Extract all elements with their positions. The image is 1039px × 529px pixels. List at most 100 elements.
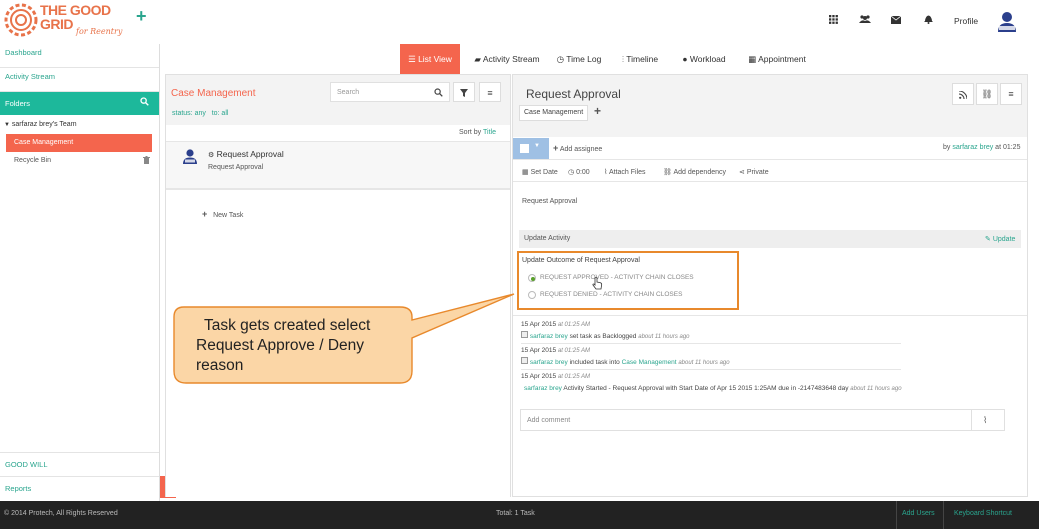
sidebar-item-activity-stream[interactable]: Activity Stream: [0, 72, 159, 92]
sidebar-item-case-management[interactable]: Case Management: [6, 134, 152, 152]
radio-denied[interactable]: [528, 291, 536, 299]
set-date-button[interactable]: ▦ Set Date: [522, 168, 558, 176]
log-time: at 01:25 AM: [557, 322, 591, 328]
search-input[interactable]: Search: [330, 82, 450, 102]
team-item[interactable]: ▼ sarfaraz brey's Team: [4, 121, 77, 128]
status-checkbox[interactable]: [520, 144, 529, 153]
clock-icon: ◷: [568, 169, 575, 176]
tab-label: Activity Stream: [482, 54, 540, 64]
add-assignee-label: Add assignee: [559, 146, 603, 153]
new-task-button[interactable]: + New Task: [202, 209, 243, 219]
keyboard-shortcut-link[interactable]: Keyboard Shortcut: [954, 510, 1012, 517]
sort-control[interactable]: Sort by Title: [459, 129, 496, 136]
grid-icon[interactable]: [825, 15, 841, 27]
top-header: THE GOOD GRID for Reentry + Profile: [0, 0, 1039, 44]
folder-tag[interactable]: Case Management: [519, 105, 589, 121]
rss-icon: [958, 90, 968, 100]
log-text: set task as Backlogged: [569, 333, 637, 340]
callout-line3: reason: [196, 357, 244, 374]
filter-button[interactable]: [453, 82, 475, 102]
table-row[interactable]: ⚙ Request Approval Request Approval: [166, 141, 510, 189]
tab-label: Workload: [689, 54, 726, 64]
envelope-icon[interactable]: [888, 15, 904, 27]
sidebar-item-dashboard[interactable]: Dashboard: [0, 48, 159, 68]
list-item: sarfaraz brey included task into Case Ma…: [521, 357, 901, 370]
add-plus-icon[interactable]: +: [136, 6, 147, 27]
avatar[interactable]: [996, 10, 1018, 32]
option-approved-label[interactable]: REQUEST APPROVED - ACTIVITY CHAIN CLOSES: [540, 274, 694, 281]
trash-icon[interactable]: [143, 156, 150, 166]
tab-time-log[interactable]: ◷ Time Log: [552, 44, 606, 74]
time-button[interactable]: ◷ 0:00: [568, 168, 590, 176]
created-by: by sarfaraz brey at 01:25: [943, 144, 1020, 151]
link-button[interactable]: ⛓: [976, 83, 998, 105]
list-item: sarfaraz brey Activity Started - Request…: [521, 383, 903, 395]
tab-label: List View: [418, 54, 452, 64]
update-link[interactable]: ✎ Update: [985, 235, 1015, 243]
users-icon[interactable]: [857, 15, 873, 27]
tab-activity-stream[interactable]: ▰ Activity Stream: [466, 44, 548, 74]
logo-tagline: for Reentry: [76, 27, 123, 36]
add-dependency-button[interactable]: ⛓ Add dependency: [663, 168, 726, 176]
log-user[interactable]: sarfaraz brey: [530, 333, 568, 340]
status-filter[interactable]: status: any: [172, 110, 206, 117]
search-icon[interactable]: [434, 88, 443, 99]
to-filter[interactable]: to: all: [212, 110, 229, 117]
log-user[interactable]: sarfaraz brey: [524, 385, 562, 392]
tab-appointment[interactable]: ▦ Appointment: [742, 44, 812, 74]
case-management-label: Case Management: [14, 139, 74, 146]
rss-button[interactable]: [952, 83, 974, 105]
task-title[interactable]: ⚙ Request Approval: [208, 149, 284, 159]
task-description[interactable]: Request Approval: [522, 198, 577, 205]
time-value: 0:00: [576, 169, 590, 176]
divider: [896, 501, 897, 529]
private-button[interactable]: ⋖ Private: [739, 168, 769, 176]
hand-cursor-icon: [592, 277, 603, 292]
status-dropdown[interactable]: ▼: [513, 138, 549, 159]
log-date-row: 15 Apr 2015 at 01:25 AM: [521, 373, 921, 380]
log-date-row: 15 Apr 2015 at 01:25 AM: [521, 321, 921, 328]
tab-label: Time Log: [566, 54, 602, 64]
tab-list-view[interactable]: ☰ List View: [400, 44, 460, 74]
log-user[interactable]: sarfaraz brey: [530, 359, 568, 366]
logo-gear-icon[interactable]: [4, 3, 38, 37]
bell-icon[interactable]: [920, 14, 936, 27]
add-folder-plus-icon[interactable]: +: [594, 104, 601, 118]
sidebar-item-recycle-bin[interactable]: Recycle Bin: [14, 157, 51, 164]
pencil-icon: ✎: [985, 236, 991, 243]
log-date-row: 15 Apr 2015 at 01:25 AM: [521, 347, 921, 354]
detail-menu-button[interactable]: ≡: [1000, 83, 1022, 105]
log-ago: about 11 hours ago: [850, 386, 902, 392]
list-title: Case Management: [171, 88, 256, 99]
log-text: included task into: [569, 359, 620, 366]
outcome-highlight-box: Update Outcome of Request Approval REQUE…: [517, 251, 739, 310]
plus-icon: +: [553, 143, 559, 153]
log-date: 15 Apr 2015: [521, 373, 557, 380]
created-by-user[interactable]: sarfaraz brey: [952, 144, 993, 151]
search-icon[interactable]: [140, 97, 149, 108]
copyright: © 2014 Protech, All Rights Reserved: [4, 510, 118, 517]
tab-timeline[interactable]: ⫶ Timeline: [614, 44, 666, 74]
logo-line2: GRID: [40, 16, 74, 32]
sidebar: Dashboard Activity Stream Folders ▼ sarf…: [0, 44, 176, 501]
radio-approved[interactable]: [528, 274, 536, 282]
list-menu-button[interactable]: ≡: [479, 82, 501, 102]
add-comment-input[interactable]: Add comment ⌇: [520, 409, 1005, 431]
task-total: Total: 1 Task: [496, 510, 535, 517]
task-list-panel: Case Management Search ≡ status: any to:…: [165, 74, 511, 497]
add-users-link[interactable]: Add Users: [902, 510, 935, 517]
sort-field[interactable]: Title: [483, 129, 496, 136]
paperclip-icon: ⌇: [604, 169, 608, 176]
sidebar-item-good-will[interactable]: GOOD WILL: [0, 460, 48, 469]
comment-icon: ▰: [474, 54, 481, 64]
tab-workload[interactable]: ● Workload: [674, 44, 734, 74]
detail-header: [513, 75, 1027, 137]
log-link[interactable]: Case Management: [622, 359, 677, 366]
filter-status[interactable]: status: any to: all: [172, 110, 228, 117]
attach-files-button[interactable]: ⌇ Attach Files: [604, 168, 646, 176]
profile-link[interactable]: Profile: [954, 16, 978, 26]
add-assignee-button[interactable]: + Add assignee: [553, 143, 602, 153]
paperclip-icon[interactable]: ⌇: [983, 415, 987, 426]
option-denied-label[interactable]: REQUEST DENIED - ACTIVITY CHAIN CLOSES: [540, 291, 682, 298]
sidebar-item-reports[interactable]: Reports: [0, 484, 31, 493]
